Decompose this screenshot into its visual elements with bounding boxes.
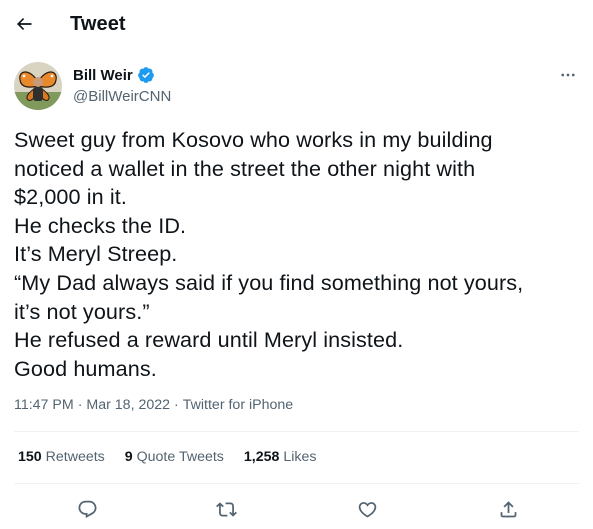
- tweet-time[interactable]: 11:47 PM: [14, 397, 74, 413]
- reply-icon: [78, 500, 96, 518]
- avatar[interactable]: [14, 62, 62, 110]
- top-bar: Tweet: [0, 0, 593, 50]
- meta-separator: ·: [174, 397, 179, 413]
- more-button[interactable]: [557, 64, 579, 86]
- tweet-meta: 11:47 PM · Mar 18, 2022 · Twitter for iP…: [14, 397, 293, 413]
- display-name: Bill Weir: [73, 66, 133, 84]
- tweet-text: Sweet guy from Kosovo who works in my bu…: [14, 127, 524, 381]
- more-horizontal-icon: [561, 73, 575, 77]
- retweets-stat[interactable]: 150 Retweets: [18, 449, 105, 465]
- author-handle[interactable]: @BillWeirCNN: [73, 88, 171, 105]
- tweet-date[interactable]: Mar 18, 2022: [86, 397, 170, 413]
- tweet-stats: 150 Retweets 9 Quote Tweets 1,258 Likes: [18, 449, 316, 465]
- quote-tweets-stat[interactable]: 9 Quote Tweets: [125, 449, 224, 465]
- meta-separator: ·: [77, 397, 83, 413]
- quotes-count: 9: [124, 449, 133, 465]
- retweets-count: 150: [18, 449, 42, 465]
- likes-count: 1,258: [243, 449, 280, 465]
- likes-stat[interactable]: 1,258 Likes: [244, 449, 317, 465]
- action-bar: [0, 492, 593, 526]
- verified-badge-icon: [137, 67, 154, 83]
- heart-icon: [358, 501, 376, 518]
- author-name-line[interactable]: Bill Weir: [73, 66, 155, 84]
- quotes-label: Quote Tweets: [136, 449, 224, 465]
- retweet-icon: [215, 501, 237, 517]
- back-button[interactable]: [6, 6, 42, 42]
- avatar-image: [14, 62, 62, 110]
- divider: [14, 483, 579, 484]
- retweets-label: Retweets: [45, 449, 105, 465]
- divider: [14, 431, 579, 432]
- page-title: Tweet: [70, 13, 126, 35]
- like-button[interactable]: [350, 492, 384, 526]
- arrow-left-icon: [17, 18, 32, 30]
- retweet-button[interactable]: [209, 492, 243, 526]
- share-icon: [500, 500, 516, 517]
- tweet-author: Bill Weir @BillWeirCNN: [14, 62, 579, 112]
- tweet-source[interactable]: Twitter for iPhone: [183, 397, 293, 413]
- reply-button[interactable]: [70, 492, 104, 526]
- likes-label: Likes: [283, 449, 317, 465]
- share-button[interactable]: [491, 492, 525, 526]
